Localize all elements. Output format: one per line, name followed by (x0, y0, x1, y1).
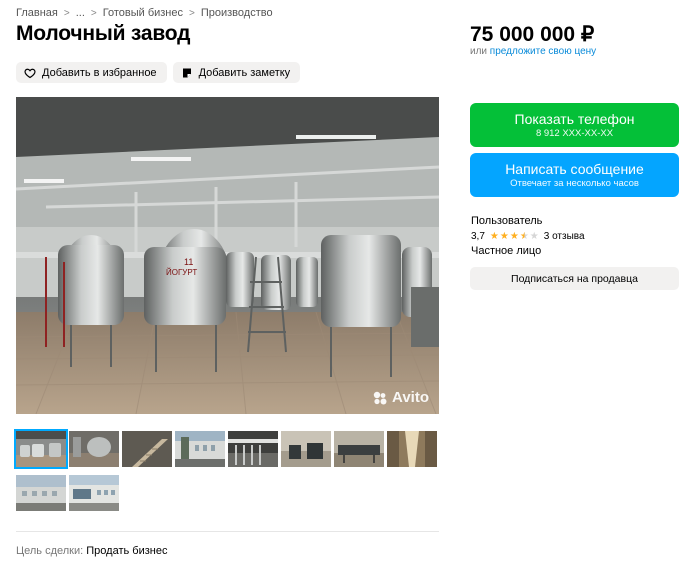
breadcrumb-separator: > (189, 7, 195, 19)
thumbnail-10[interactable] (69, 475, 119, 511)
offer-price-link[interactable]: предложите свою цену (490, 46, 596, 57)
thumbnail-9[interactable] (16, 475, 66, 511)
thumbnail-4[interactable] (175, 431, 225, 467)
seller-rating: 3,7 ★ ★ ★ ★ ★ 3 отзыва (471, 231, 585, 242)
breadcrumb-ellipsis[interactable]: ... (76, 7, 85, 19)
masked-phone-number: 8 912 XXX-XX-XX (535, 127, 614, 139)
write-message-label: Написать сообщение (505, 160, 644, 177)
breadcrumb-separator: > (90, 7, 97, 19)
rating-stars: ★ ★ ★ ★ ★ (489, 230, 539, 242)
price-offer-prefix: или (470, 46, 488, 57)
avito-watermark: Avito (372, 389, 429, 406)
add-to-favorites-label: Добавить в избранное (42, 66, 157, 79)
star-icon: ★ (499, 230, 509, 242)
star-icon: ★ (509, 230, 519, 242)
reviews-link[interactable]: 3 отзыва (544, 231, 585, 242)
rating-value: 3,7 (471, 231, 485, 242)
deal-purpose-value: Продать бизнес (86, 545, 168, 557)
thumbnail-7[interactable] (334, 431, 384, 467)
write-message-button[interactable]: Написать сообщение Отвечает за несколько… (470, 153, 679, 197)
note-icon (181, 67, 193, 79)
tank-number: 11 (184, 257, 193, 267)
avito-logo-icon (372, 391, 388, 405)
section-divider (16, 531, 439, 532)
listing-actions: Добавить в избранное Добавить заметку (16, 62, 301, 83)
thumbnail-3[interactable] (122, 431, 172, 467)
tank-label: ЙОГУРТ (166, 268, 197, 277)
star-icon: ★ (529, 230, 539, 242)
add-note-label: Добавить заметку (198, 66, 291, 79)
star-icon: ★ (489, 230, 499, 242)
thumbnail-2[interactable] (69, 431, 119, 467)
breadcrumb-separator: > (63, 7, 70, 19)
avito-watermark-text: Avito (392, 389, 429, 406)
response-time-hint: Отвечает за несколько часов (510, 177, 639, 189)
star-icon: ★ (519, 230, 529, 242)
subscribe-to-seller-button[interactable]: Подписаться на продавца (470, 267, 679, 290)
price-offer: или предложите свою цену (470, 46, 596, 57)
breadcrumb-home[interactable]: Главная (16, 7, 58, 19)
thumbnail-strip (14, 429, 456, 511)
thumbnail-1[interactable] (14, 429, 68, 469)
main-photo[interactable]: 11 ЙОГУРТ Avito (16, 97, 439, 414)
show-phone-label: Показать телефон (514, 110, 635, 127)
thumbnail-6[interactable] (281, 431, 331, 467)
seller-type: Частное лицо (471, 245, 542, 257)
price: 75 000 000 ₽ (470, 23, 595, 46)
breadcrumb-ready-business[interactable]: Готовый бизнес (103, 7, 183, 19)
add-note-button[interactable]: Добавить заметку (172, 62, 301, 83)
deal-purpose: Цель сделки: Продать бизнес (16, 545, 167, 557)
heart-outline-icon (24, 67, 36, 79)
add-to-favorites-button[interactable]: Добавить в избранное (16, 62, 167, 83)
thumbnail-5[interactable] (228, 431, 278, 467)
thumbnail-8[interactable] (387, 431, 437, 467)
deal-purpose-label: Цель сделки: (16, 545, 84, 557)
seller-name[interactable]: Пользователь (471, 215, 542, 227)
page-title: Молочный завод (16, 22, 191, 45)
breadcrumb: Главная > ... > Готовый бизнес > Произво… (16, 7, 273, 19)
breadcrumb-production[interactable]: Производство (201, 7, 273, 19)
show-phone-button[interactable]: Показать телефон 8 912 XXX-XX-XX (470, 103, 679, 147)
